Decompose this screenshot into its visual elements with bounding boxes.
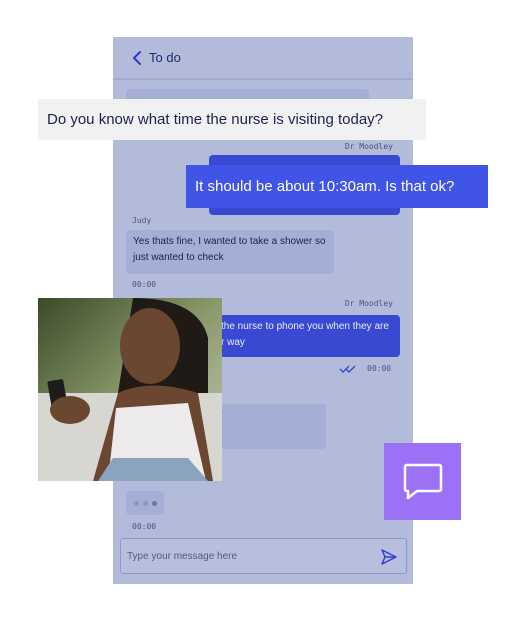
message-input[interactable] (127, 550, 367, 562)
woman-with-phone-image (38, 298, 222, 481)
answer-callout: It should be about 10:30am. Is that ok? (186, 165, 488, 208)
chevron-left-icon[interactable] (131, 50, 143, 66)
typing-dot (142, 500, 148, 506)
typing-indicator (126, 491, 164, 515)
read-receipt-icon (339, 365, 356, 373)
message-text: r way (221, 337, 245, 348)
chat-bubble-icon (403, 463, 442, 499)
incoming-bubble: Yes thats fine, I wanted to take a showe… (126, 230, 334, 274)
question-callout: Do you know what time the nurse is visit… (38, 99, 426, 140)
top-bar: To do (113, 37, 413, 80)
message-composer (120, 538, 407, 574)
typing-time: 00:00 (132, 522, 157, 531)
message-time: 00:00 (132, 280, 157, 289)
patient-photo (38, 298, 222, 481)
sender-name: Dr Moodley (344, 299, 393, 308)
typing-dot (151, 500, 157, 506)
sender-name: Dr Moodley (344, 142, 393, 151)
message-text: just wanted to check (133, 252, 224, 263)
send-icon[interactable] (380, 548, 398, 566)
message-text: Yes thats fine, I wanted to take a showe… (133, 236, 326, 247)
typing-dot (133, 500, 139, 506)
back-link-label[interactable]: To do (149, 50, 181, 65)
chat-badge (384, 443, 461, 520)
sender-name: Judy (132, 216, 152, 225)
message-text: the nurse to phone you when they are (221, 321, 389, 332)
message-time: 00:00 (367, 364, 392, 373)
outgoing-bubble: the nurse to phone you when they are r w… (209, 315, 400, 357)
